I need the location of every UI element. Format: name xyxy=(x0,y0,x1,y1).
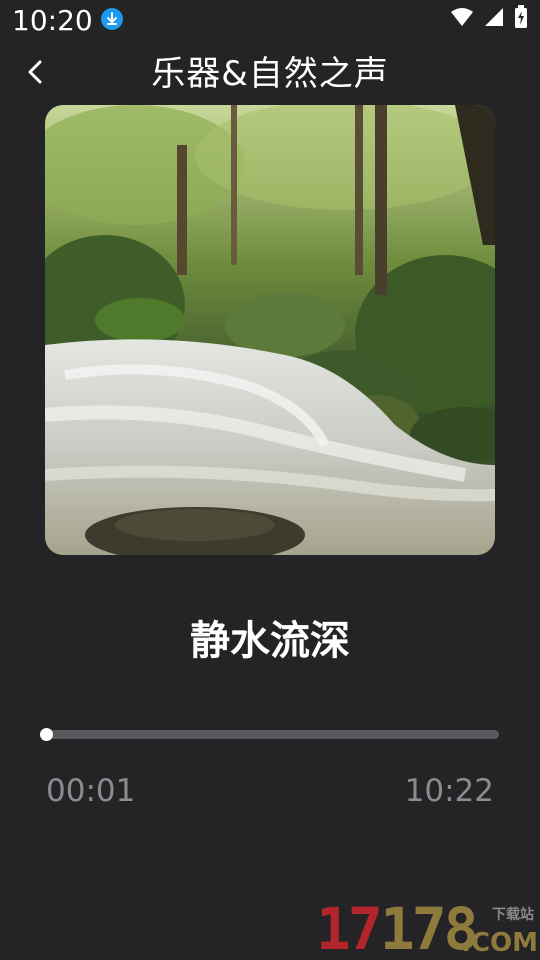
total-time: 10:22 xyxy=(404,773,494,809)
battery-charging-icon xyxy=(514,5,528,33)
progress-slider[interactable] xyxy=(39,728,499,741)
watermark-domain: .COM xyxy=(461,928,538,958)
cover-art xyxy=(45,105,495,555)
watermark-sub: 下载站 xyxy=(492,907,534,923)
page-title: 乐器&自然之声 xyxy=(151,54,389,94)
track-title: 静水流深 xyxy=(190,618,350,664)
current-time: 00:01 xyxy=(46,773,136,809)
watermark-number: 17178 xyxy=(316,895,479,960)
site-watermark-logo: 17178 下载站 .COM xyxy=(316,898,540,960)
status-icons xyxy=(450,5,528,33)
progress-thumb[interactable] xyxy=(39,728,53,741)
cellular-signal-icon xyxy=(484,7,504,31)
wifi-icon xyxy=(450,7,474,31)
status-bar: 10:20 xyxy=(0,0,540,40)
forest-stream-image xyxy=(45,105,495,555)
player-screen: 10:20 乐器&自然之声 静水流深 00:01 10:22 17178 下载站… xyxy=(0,0,540,960)
download-icon xyxy=(101,8,123,30)
status-time: 10:20 xyxy=(12,4,93,37)
